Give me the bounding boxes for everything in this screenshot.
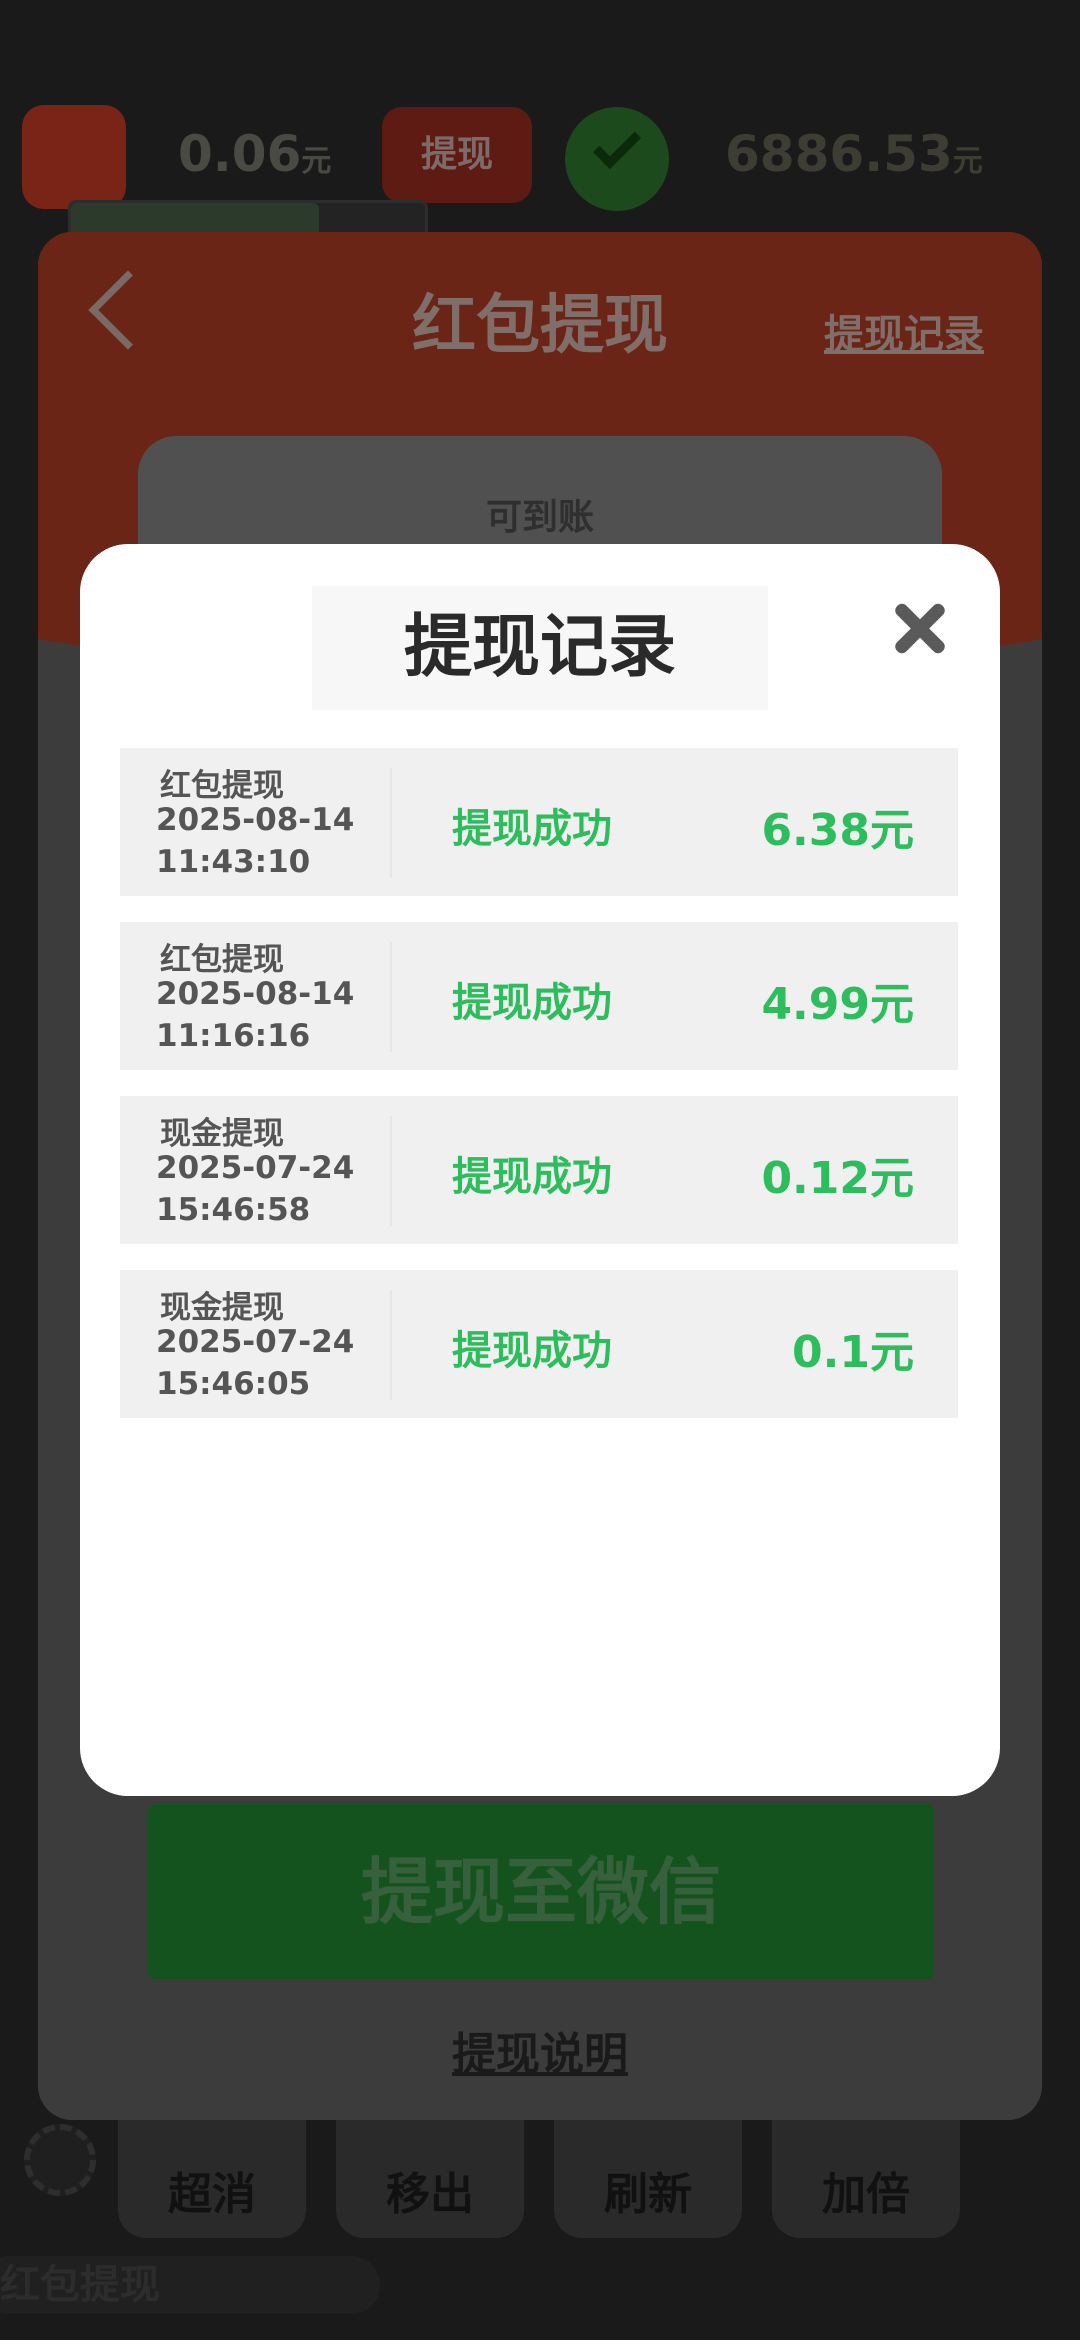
record-time: 15:46:58 <box>156 1192 311 1228</box>
record-amount: 0.1元 <box>792 1327 914 1378</box>
close-icon[interactable] <box>892 600 948 656</box>
bottom-buttons: 超消 移出 刷新 加倍 <box>0 2120 1080 2240</box>
record-amount: 0.12元 <box>761 1153 914 1204</box>
modal-title: 提现记录 <box>312 586 768 710</box>
record-status: 提现成功 <box>452 1154 612 1200</box>
record-time: 11:16:16 <box>156 1018 311 1054</box>
red-packet-amount: 0.06 <box>178 125 302 183</box>
record-time: 11:43:10 <box>156 844 311 880</box>
refresh-button[interactable]: 刷新 <box>554 2120 742 2238</box>
record-type: 现金提现 <box>160 1116 284 1152</box>
record-row: 现金提现 2025-07-24 15:46:58 提现成功 0.12元 <box>120 1096 958 1244</box>
record-amount: 6.38元 <box>761 805 914 856</box>
record-type: 现金提现 <box>160 1290 284 1326</box>
record-divider <box>390 768 392 878</box>
record-amount: 4.99元 <box>761 979 914 1030</box>
clear-button[interactable]: 超消 <box>118 2120 306 2238</box>
withdraw-records-modal: 提现记录 红包提现 2025-08-14 11:43:10 提现成功 6.38元… <box>80 544 1000 1796</box>
withdraw-records-link[interactable]: 提现记录 <box>824 302 984 360</box>
wechat-unit: 元 <box>952 144 983 179</box>
record-divider <box>390 1290 392 1400</box>
wechat-balance: 6886.53元 <box>725 125 983 183</box>
wechat-amount: 6886.53 <box>725 125 953 183</box>
red-packet-icon <box>22 105 126 209</box>
red-packet-balance: 0.06元 <box>178 125 331 183</box>
record-date: 2025-07-24 <box>156 1150 355 1186</box>
record-type: 红包提现 <box>160 768 284 804</box>
record-row: 红包提现 2025-08-14 11:43:10 提现成功 6.38元 <box>120 748 958 896</box>
remove-button[interactable]: 移出 <box>336 2120 524 2238</box>
record-type: 红包提现 <box>160 942 284 978</box>
red-packet-unit: 元 <box>301 144 332 179</box>
topbar-withdraw-button[interactable]: 提现 <box>382 107 532 203</box>
amount-card-label: 可到账 <box>485 497 594 538</box>
record-status: 提现成功 <box>452 806 612 852</box>
records-list: 红包提现 2025-08-14 11:43:10 提现成功 6.38元 红包提现… <box>120 748 958 1444</box>
record-row: 现金提现 2025-07-24 15:46:05 提现成功 0.1元 <box>120 1270 958 1418</box>
record-status: 提现成功 <box>452 1328 612 1374</box>
record-date: 2025-08-14 <box>156 976 355 1012</box>
bottom-ticker: 红包提现 <box>0 2256 380 2314</box>
record-row: 红包提现 2025-08-14 11:16:16 提现成功 4.99元 <box>120 922 958 1070</box>
record-divider <box>390 942 392 1052</box>
double-button[interactable]: 加倍 <box>772 2120 960 2238</box>
record-date: 2025-08-14 <box>156 802 355 838</box>
record-status: 提现成功 <box>452 980 612 1026</box>
record-time: 15:46:05 <box>156 1366 311 1402</box>
record-divider <box>390 1116 392 1226</box>
record-date: 2025-07-24 <box>156 1324 355 1360</box>
withdraw-to-wechat-button[interactable]: 提现至微信 <box>148 1804 934 1980</box>
withdraw-help-link[interactable]: 提现说明 <box>38 2018 1042 2082</box>
